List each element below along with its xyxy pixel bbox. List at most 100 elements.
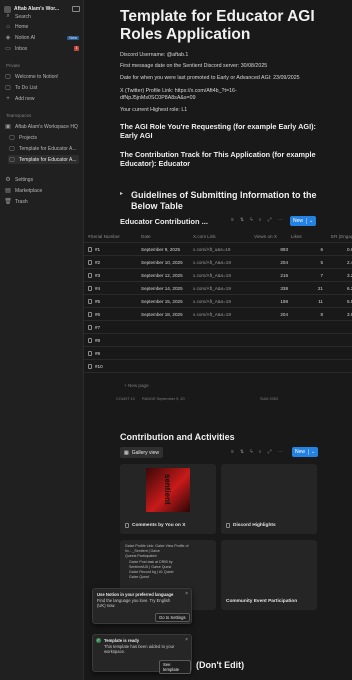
cell-serial[interactable]: #2: [88, 256, 136, 269]
table-row[interactable]: #5 September 15, 2025 x.com/Aft_A&s=19 198 1…: [84, 295, 352, 308]
table-row[interactable]: #10: [84, 360, 352, 373]
col-er[interactable]: ER (Engag: [331, 230, 352, 243]
cell-er[interactable]: 5.5555: [331, 295, 352, 308]
cell-views[interactable]: [254, 347, 288, 360]
cell-er[interactable]: 0.6958: [331, 243, 352, 256]
cell-views[interactable]: [254, 321, 288, 334]
gallery-card-discord[interactable]: Discord Highlights: [221, 464, 317, 534]
cell-serial[interactable]: #9: [88, 347, 136, 360]
promoted-date[interactable]: Date for when you were last promoted to …: [120, 75, 300, 81]
gallery-view-tab[interactable]: ▦ Gallery view: [120, 447, 163, 458]
lightning-icon[interactable]: ϟ: [250, 449, 253, 455]
cell-views[interactable]: 204: [254, 256, 288, 269]
search-icon[interactable]: ⌕: [259, 449, 262, 455]
cell-link[interactable]: [193, 334, 251, 347]
lightning-icon[interactable]: ϟ: [250, 217, 253, 223]
cell-er[interactable]: 3.9215: [331, 308, 352, 321]
new-page-row[interactable]: + New page: [124, 383, 149, 388]
cell-link[interactable]: [193, 347, 251, 360]
cell-date[interactable]: [141, 360, 191, 373]
gallery-new-button[interactable]: New ⌄: [292, 447, 319, 457]
twitter-link-cont[interactable]: dfNpJ5jnMs0SC0P8A8sA&s=09: [120, 95, 196, 101]
table-row[interactable]: #3 September 12, 2025 x.com/Aft_A&s=19 216 7…: [84, 269, 352, 282]
cell-serial[interactable]: #8: [88, 334, 136, 347]
chevron-down-icon[interactable]: ⌄: [306, 218, 313, 224]
cell-link[interactable]: x.com/Aft_A&s=19: [193, 269, 251, 282]
cell-date[interactable]: [141, 347, 191, 360]
col-serial[interactable]: #Serial Number: [88, 230, 120, 243]
cell-er[interactable]: [331, 334, 352, 347]
filter-icon[interactable]: ≡: [231, 449, 234, 455]
cell-link[interactable]: [193, 321, 251, 334]
sidebar-item-projects[interactable]: ▢ Projects: [8, 133, 79, 142]
cell-date[interactable]: September 15, 2025: [141, 295, 191, 308]
cell-er[interactable]: 6.2130: [331, 282, 352, 295]
table-row[interactable]: #7: [84, 321, 352, 334]
sidebar-item-search[interactable]: ⌕ Search: [4, 12, 79, 21]
cell-er[interactable]: [331, 360, 352, 373]
cell-views[interactable]: [254, 334, 288, 347]
sort-icon[interactable]: ⇅: [240, 449, 244, 455]
cell-serial[interactable]: #1: [88, 243, 136, 256]
sidebar-item-notion-ai[interactable]: ◈ Notion AI New: [4, 33, 79, 42]
sidebar-item-template-2[interactable]: ▢ Template for Educator A...: [8, 155, 79, 164]
cell-likes[interactable]: 21: [291, 282, 323, 295]
cell-likes[interactable]: [291, 334, 323, 347]
cell-er[interactable]: 3.2407: [331, 269, 352, 282]
more-icon[interactable]: ⋯: [278, 449, 283, 455]
cell-likes[interactable]: [291, 360, 323, 373]
table-row[interactable]: #8: [84, 334, 352, 347]
cell-views[interactable]: 204: [254, 308, 288, 321]
sort-icon[interactable]: ⇅: [240, 217, 244, 223]
close-icon[interactable]: ×: [185, 637, 188, 643]
cell-date[interactable]: September 12, 2025: [141, 269, 191, 282]
cell-link[interactable]: x.com/Aft_u&s=19: [193, 243, 251, 256]
sidebar-item-inbox[interactable]: ▭ Inbox 1: [4, 44, 79, 53]
cell-date[interactable]: September 9, 2025: [141, 243, 191, 256]
cell-link[interactable]: x.com/Aft_A&s=19: [193, 282, 251, 295]
sidebar-add-new[interactable]: + Add new: [4, 94, 79, 103]
gallery-card-community[interactable]: Community Event Participation: [221, 540, 317, 610]
discord-username[interactable]: Discord Username: @aftab.1: [120, 52, 188, 58]
col-likes[interactable]: Likes: [291, 230, 302, 243]
sidebar-item-welcome[interactable]: ▢ Welcome to Notion!: [4, 72, 79, 81]
close-icon[interactable]: ×: [185, 591, 188, 597]
go-to-settings-button[interactable]: Go to Settings: [155, 613, 190, 622]
guidelines-heading[interactable]: Guidelines of Submitting Information to …: [131, 190, 331, 212]
expand-icon[interactable]: ⤢: [268, 449, 272, 455]
cell-views[interactable]: 198: [254, 295, 288, 308]
more-icon[interactable]: ⋯: [278, 217, 283, 223]
col-link[interactable]: X.com Link: [193, 230, 216, 243]
cell-date[interactable]: [141, 321, 191, 334]
cell-likes[interactable]: 5: [291, 256, 323, 269]
cell-likes[interactable]: [291, 321, 323, 334]
search-icon[interactable]: ⌕: [259, 217, 262, 223]
cell-likes[interactable]: 6: [291, 243, 323, 256]
twitter-link[interactable]: X (Twitter) Profile Link: https://x.com/…: [120, 88, 237, 94]
sidebar-item-template-1[interactable]: ▢ Template for Educator A...: [8, 144, 79, 153]
highest-role[interactable]: Your current Highest role: L1: [120, 107, 187, 113]
table-row[interactable]: #6 September 18, 2025 x.com/Aft_A&s=19 204 8…: [84, 308, 352, 321]
filter-icon[interactable]: ≡: [231, 217, 234, 223]
sidebar-item-workspace-hq[interactable]: ▣ Aftab Alam's Workspace HQ: [4, 122, 79, 131]
cell-views[interactable]: [254, 360, 288, 373]
track-heading[interactable]: The Contribution Track for This Applicat…: [120, 150, 335, 168]
cell-serial[interactable]: #6: [88, 308, 136, 321]
table-row[interactable]: #1 September 9, 2025 x.com/Aft_u&s=19 893 6 0…: [84, 243, 352, 256]
sidebar-item-home[interactable]: ⌂ Home: [4, 22, 79, 31]
sidebar-item-settings[interactable]: ⚙ Settings: [4, 175, 79, 184]
cell-likes[interactable]: [291, 347, 323, 360]
cell-likes[interactable]: 8: [291, 308, 323, 321]
toggle-caret-icon[interactable]: ▸: [120, 190, 123, 197]
cell-er[interactable]: [331, 347, 352, 360]
cell-serial[interactable]: #4: [88, 282, 136, 295]
cell-link[interactable]: x.com/Aft_A&s=19: [193, 256, 251, 269]
gallery-card-comments[interactable]: sentient Comments by You on X: [120, 464, 216, 534]
see-template-button[interactable]: See template: [159, 660, 191, 674]
cell-likes[interactable]: 7: [291, 269, 323, 282]
sidebar-item-todo[interactable]: ▢ To Do List: [4, 83, 79, 92]
activities-heading[interactable]: Contribution and Activities: [120, 432, 235, 442]
database-title[interactable]: Educator Contribution ...: [120, 217, 208, 226]
cell-likes[interactable]: 11: [291, 295, 323, 308]
cell-serial[interactable]: #10: [88, 360, 136, 373]
